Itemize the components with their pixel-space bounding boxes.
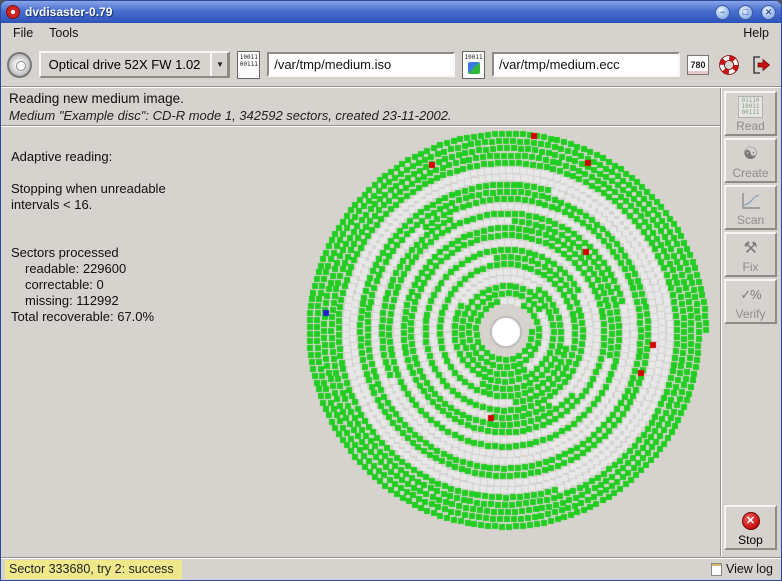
read-button-label: Read [726,119,775,133]
view-log-button[interactable]: View log [711,562,777,576]
yin-yang-icon: ☯ [743,144,758,164]
scan-button-label: Scan [726,213,775,227]
scan-chart-icon [726,189,775,213]
app-window: dvdisaster-0.79 − □ ✕ File Tools Help Op… [0,0,782,581]
menu-tools[interactable]: Tools [41,24,86,42]
sectors-processed-title: Sectors processed [11,245,166,261]
app-icon [6,5,20,19]
status-bar: Sector 333680, try 2: success View log [1,557,781,580]
preferences-button[interactable]: 780 [687,55,709,75]
medium-info: Medium "Example disc": CD-R mode 1, 3425… [9,108,711,123]
read-button[interactable]: 01110 10011 00111 Read [724,91,777,136]
content-area: Adaptive reading: Stopping when unreadab… [1,127,720,556]
ecc-file-icon: 10011 [462,51,485,79]
create-button-label: Create [726,166,775,180]
read-binary-icon: 01110 10011 00111 [726,95,775,119]
missing-count: missing: 112992 [11,293,166,309]
stop-rule-line1: Stopping when unreadable [11,181,166,197]
adaptive-reading-title: Adaptive reading: [11,149,166,165]
ecc-path-input[interactable] [492,52,680,77]
drive-select-dropdown[interactable]: Optical drive 52X FW 1.02 ▼ [39,51,231,78]
toolbar-right-group: 780 [687,54,775,76]
toolbar: Optical drive 52X FW 1.02 ▼ 10011 00111 … [1,43,781,87]
fix-button-label: Fix [726,260,775,274]
close-button[interactable]: ✕ [761,5,776,20]
header-band: Reading new medium image. Medium "Exampl… [1,88,719,125]
view-log-label: View log [726,562,773,576]
action-title: Reading new medium image. [9,91,711,106]
menu-bar: File Tools Help [1,23,781,43]
scan-button[interactable]: Scan [724,185,777,230]
readable-count: readable: 229600 [11,261,166,277]
action-sidebar: 01110 10011 00111 Read ☯ Create Scan ⚒ F… [720,88,781,556]
iso-file-icon: 10011 00111 [237,51,260,79]
stop-x-icon: ✕ [742,512,760,530]
stop-button-label: Stop [726,533,775,547]
iso-icon-text2: 00111 [240,61,258,68]
reading-stats-panel: Adaptive reading: Stopping when unreadab… [11,149,166,325]
tools-icon: ⚒ [743,238,757,258]
verify-check-icon: ✓% [740,287,760,303]
correctable-count: correctable: 0 [11,277,166,293]
iso-path-input[interactable] [267,52,455,77]
minimize-button[interactable]: − [715,5,730,20]
total-recoverable: Total recoverable: 67.0% [11,309,166,325]
drive-icon[interactable] [7,52,32,78]
stop-button[interactable]: ✕ Stop [724,505,777,550]
menu-help[interactable]: Help [735,24,777,42]
create-button[interactable]: ☯ Create [724,138,777,183]
verify-button-label: Verify [726,307,775,321]
status-message: Sector 333680, try 2: success [5,560,182,579]
chevron-down-icon[interactable]: ▼ [210,53,228,76]
ecc-icon-text: 10011 [465,54,483,61]
ecc-emblem-icon [468,62,480,74]
maximize-button[interactable]: □ [738,5,753,20]
quit-button[interactable] [749,54,771,76]
fix-button[interactable]: ⚒ Fix [724,232,777,277]
log-page-icon [711,563,722,576]
menu-file[interactable]: File [5,24,41,42]
verify-button[interactable]: ✓% Verify [724,279,777,324]
reading-spiral-canvas [296,127,716,542]
title-bar[interactable]: dvdisaster-0.79 − □ ✕ [1,1,781,23]
stop-rule-line2: intervals < 16. [11,197,166,213]
help-lifebuoy-button[interactable] [718,54,740,76]
iso-icon-text1: 10011 [240,54,258,61]
window-title: dvdisaster-0.79 [25,5,707,19]
drive-select-value: Optical drive 52X FW 1.02 [41,53,211,76]
